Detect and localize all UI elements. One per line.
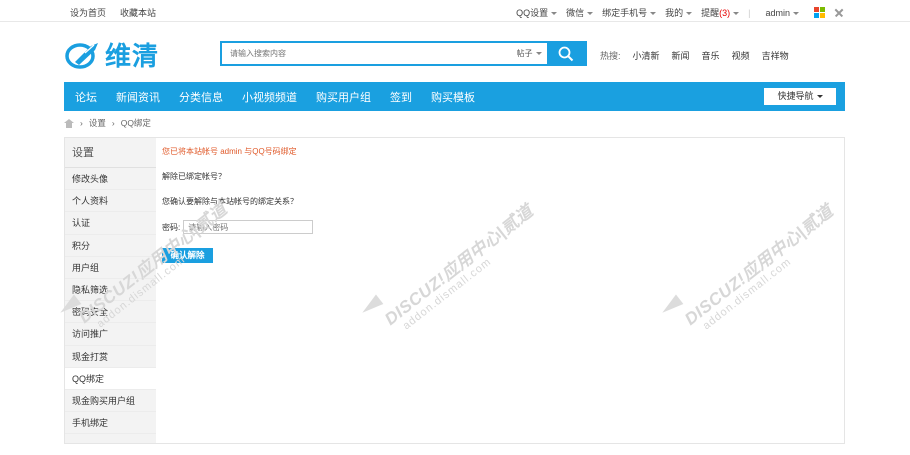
bind-status-message: 您已将本站帐号 admin 与QQ号码绑定 — [162, 147, 297, 156]
settings-panel: 设置 修改头像 个人资料 认证 积分 用户组 隐私筛选 密码安全 访问推广 现金… — [64, 137, 845, 444]
chevron-down-icon — [650, 12, 657, 16]
breadcrumb-item-settings[interactable]: 设置 — [89, 117, 106, 129]
search-scope-label: 帖子 — [516, 49, 533, 58]
quick-nav-label: 快捷导航 — [777, 91, 814, 101]
logo-text: 维清 — [105, 42, 160, 72]
hot-search-label: 热搜: — [600, 51, 621, 61]
quick-nav-button[interactable]: 快捷导航 — [764, 88, 836, 105]
chevron-down-icon — [816, 95, 823, 99]
grid-tile — [814, 13, 819, 18]
wechat-label: 微信 — [566, 8, 585, 18]
nav-item-classified[interactable]: 分类信息 — [179, 89, 223, 105]
password-row: 密码: — [162, 220, 314, 234]
bind-phone-menu[interactable]: 绑定手机号 — [602, 6, 657, 19]
nav-item-checkin[interactable]: 签到 — [390, 89, 412, 105]
nav-item-short-video[interactable]: 小视频频道 — [242, 89, 297, 105]
hot-search-item[interactable]: 视频 — [732, 49, 750, 62]
sidebar-item-promotion[interactable]: 访问推广 — [65, 323, 156, 346]
grid-tile — [820, 13, 825, 18]
notice-menu[interactable]: 提醒(3) — [701, 6, 740, 19]
top-utility-bar: 设为首页 收藏本站 QQ设置 微信 绑定手机号 我的 提醒(3) | admin — [0, 0, 910, 22]
breadcrumb-separator-icon: › — [111, 118, 115, 128]
password-label: 密码: — [162, 222, 181, 232]
chevron-down-icon — [686, 12, 693, 16]
grid-tile — [814, 7, 819, 12]
fullscreen-icon[interactable] — [834, 8, 844, 18]
nav-item-buy-template[interactable]: 购买模板 — [431, 89, 475, 105]
hot-search-item[interactable]: 新闻 — [672, 49, 690, 62]
sidebar-item-cash-reward[interactable]: 现金打赏 — [65, 346, 156, 368]
notice-label: 提醒 — [701, 8, 720, 18]
notice-count-badge: (3) — [719, 8, 731, 18]
sidebar-item-qq-bind[interactable]: QQ绑定 — [65, 367, 156, 390]
wechat-menu[interactable]: 微信 — [566, 6, 594, 19]
logo-icon — [65, 42, 98, 69]
home-icon[interactable] — [64, 118, 74, 128]
set-home-link[interactable]: 设为首页 — [70, 6, 106, 19]
sidebar-item-verify[interactable]: 认证 — [65, 212, 156, 235]
hot-search: 热搜: 小清新 新闻 音乐 视频 吉祥物 — [600, 49, 789, 62]
breadcrumb-item-qq-bind: QQ绑定 — [120, 118, 151, 128]
search-icon — [558, 46, 574, 61]
confirm-unbind-button[interactable]: 确认解除 — [162, 248, 213, 263]
sidebar-item-usergroup[interactable]: 用户组 — [65, 257, 156, 279]
breadcrumb-separator-icon: › — [80, 118, 83, 128]
search-scope-select[interactable]: 帖子 — [511, 43, 547, 64]
chevron-down-icon — [793, 11, 799, 15]
chevron-down-icon — [535, 52, 542, 56]
hot-search-item[interactable]: 小清新 — [633, 49, 660, 62]
search-button[interactable] — [547, 43, 585, 64]
sidebar-item-credits[interactable]: 积分 — [65, 235, 156, 257]
sidebar-item-privacy[interactable]: 隐私筛选 — [65, 279, 156, 302]
mine-menu[interactable]: 我的 — [665, 6, 693, 19]
settings-sidebar: 设置 修改头像 个人资料 认证 积分 用户组 隐私筛选 密码安全 访问推广 现金… — [65, 138, 156, 443]
bookmark-link[interactable]: 收藏本站 — [120, 6, 156, 19]
chevron-down-icon — [551, 12, 558, 16]
sidebar-item-cash-buy-usergroup[interactable]: 现金购买用户组 — [65, 390, 156, 413]
user-menu[interactable]: admin — [765, 8, 799, 18]
sidebar-title: 设置 — [65, 138, 156, 168]
bind-phone-label: 绑定手机号 — [602, 8, 648, 18]
search-box: 帖子 — [220, 41, 587, 66]
unbind-title: 解除已绑定帐号？ — [162, 172, 226, 181]
search-input[interactable] — [222, 43, 511, 64]
qq-settings-menu[interactable]: QQ设置 — [516, 6, 558, 19]
site-logo[interactable]: 维清 — [65, 36, 159, 73]
chevron-down-icon — [733, 12, 740, 16]
grid-tile — [820, 7, 825, 12]
divider: | — [748, 7, 751, 18]
unbind-confirm-text: 您确认要解除与本站帐号的绑定关系？ — [162, 197, 298, 206]
main-nav: 论坛 新闻资讯 分类信息 小视频频道 购买用户组 签到 购买模板 快捷导航 — [64, 82, 845, 111]
site-header: 维清 帖子 热搜: 小清新 新闻 音乐 视频 吉祥物 — [0, 22, 910, 82]
qq-bind-content: 您已将本站帐号 admin 与QQ号码绑定 解除已绑定帐号？ 您确认要解除与本站… — [162, 138, 844, 443]
sidebar-item-profile[interactable]: 个人资料 — [65, 190, 156, 213]
password-field[interactable] — [183, 220, 314, 234]
username: admin — [765, 7, 790, 18]
hot-search-item[interactable]: 音乐 — [702, 49, 720, 62]
nav-item-news[interactable]: 新闻资讯 — [116, 89, 160, 105]
mine-label: 我的 — [665, 8, 684, 18]
app-grid-icon[interactable] — [814, 7, 825, 18]
qq-settings-label: QQ设置 — [516, 8, 549, 18]
breadcrumb: › 设置 › QQ绑定 — [64, 117, 151, 129]
sidebar-item-phone-bind[interactable]: 手机绑定 — [65, 412, 156, 435]
hot-search-item[interactable]: 吉祥物 — [762, 49, 789, 62]
sidebar-item-avatar[interactable]: 修改头像 — [65, 168, 156, 191]
nav-item-forum[interactable]: 论坛 — [75, 89, 97, 105]
chevron-down-icon — [587, 12, 594, 16]
nav-item-buy-usergroup[interactable]: 购买用户组 — [316, 89, 371, 105]
